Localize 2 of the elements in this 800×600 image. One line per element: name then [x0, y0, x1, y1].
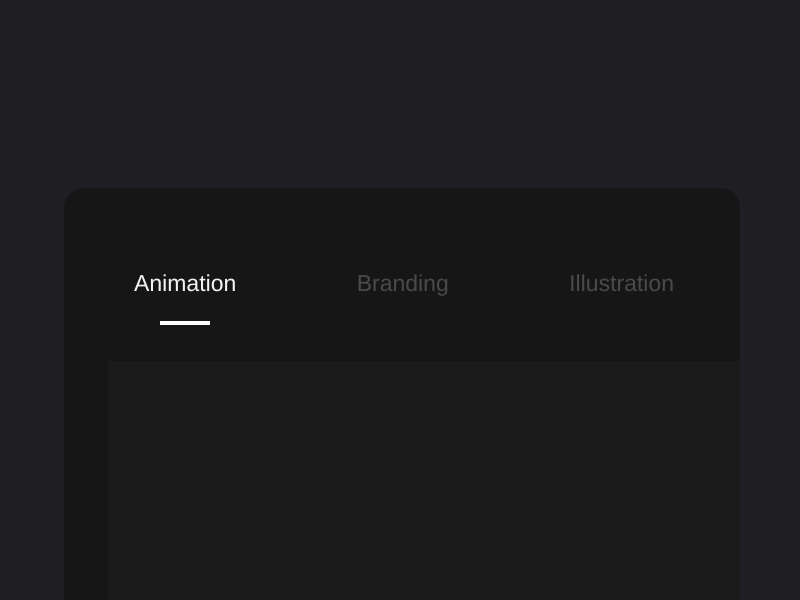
active-tab-indicator — [160, 321, 210, 325]
tab[interactable]: Animation — [134, 266, 236, 301]
